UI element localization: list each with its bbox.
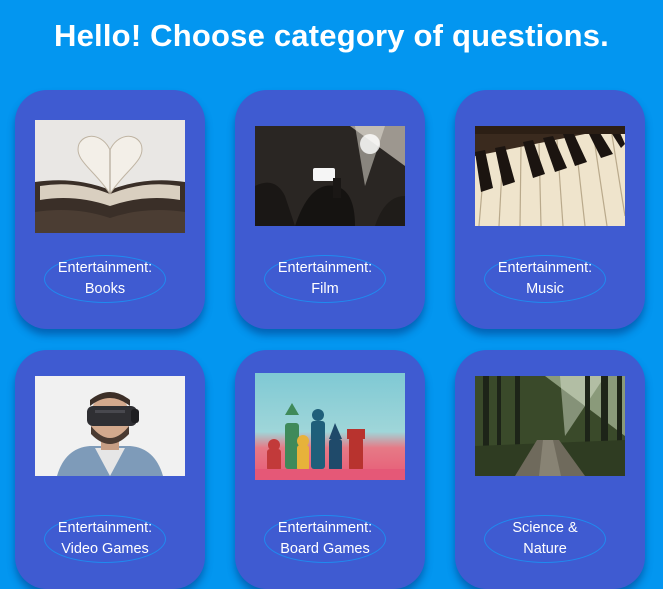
video-games-image bbox=[35, 376, 185, 476]
science-nature-image bbox=[475, 376, 625, 476]
category-card-music[interactable]: Entertainment: Music bbox=[455, 90, 645, 329]
board-games-image bbox=[255, 373, 405, 480]
open-book-heart-photo bbox=[35, 120, 185, 233]
category-card-science-nature[interactable]: Science & Nature bbox=[455, 350, 645, 589]
category-label-film: Entertainment: Film bbox=[264, 255, 386, 303]
forest-path-photo bbox=[475, 376, 625, 476]
category-card-board-games[interactable]: Entertainment: Board Games bbox=[235, 350, 425, 589]
category-card-film[interactable]: Entertainment: Film bbox=[235, 90, 425, 329]
page-title: Hello! Choose category of questions. bbox=[54, 18, 609, 53]
category-label-board-games: Entertainment: Board Games bbox=[264, 515, 386, 563]
category-label-books: Entertainment: Books bbox=[44, 255, 166, 303]
category-label-music: Entertainment: Music bbox=[484, 255, 606, 303]
category-label-video-games: Entertainment: Video Games bbox=[44, 515, 166, 563]
category-card-video-games[interactable]: Entertainment: Video Games bbox=[15, 350, 205, 589]
concert-phone-photo bbox=[255, 126, 405, 226]
books-image bbox=[35, 120, 185, 233]
chess-pieces-photo bbox=[255, 373, 405, 480]
category-label-science-nature: Science & Nature bbox=[484, 515, 606, 563]
film-image bbox=[255, 126, 405, 226]
music-image bbox=[475, 126, 625, 226]
piano-keys-photo bbox=[475, 126, 625, 226]
vr-headset-photo bbox=[35, 376, 185, 476]
category-card-books[interactable]: Entertainment: Books bbox=[15, 90, 205, 329]
